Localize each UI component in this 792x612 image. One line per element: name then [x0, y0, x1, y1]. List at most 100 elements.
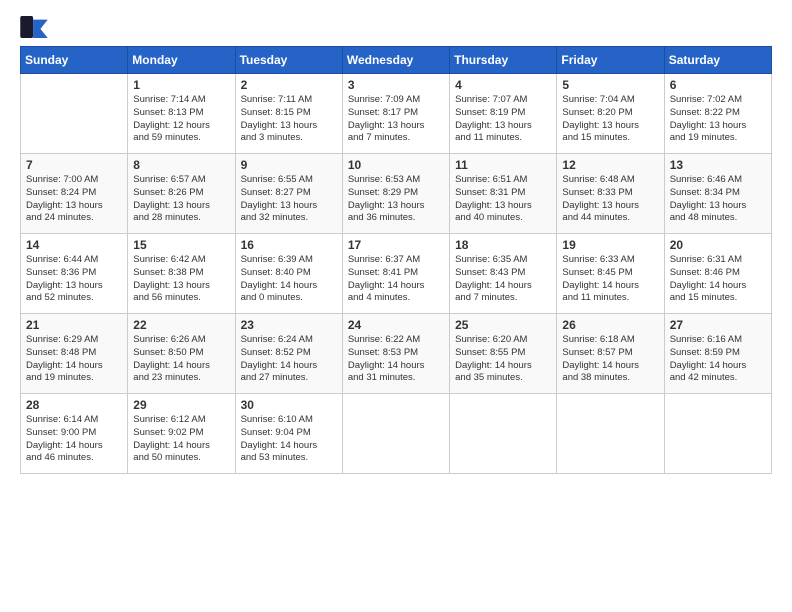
calendar-cell: 8 Sunrise: 6:57 AM Sunset: 8:26 PM Daylig…	[128, 154, 235, 234]
cell-content: Sunrise: 7:14 AM Sunset: 8:13 PM Dayligh…	[133, 94, 229, 145]
day-header-saturday: Saturday	[664, 47, 771, 74]
day-number: 5	[562, 78, 658, 92]
day-header-friday: Friday	[557, 47, 664, 74]
day-number: 13	[670, 158, 766, 172]
day-number: 19	[562, 238, 658, 252]
cell-content: Sunrise: 6:20 AM Sunset: 8:55 PM Dayligh…	[455, 334, 551, 385]
calendar-cell: 6Sunrise: 7:02 AM Sunset: 8:22 PM Daylig…	[664, 74, 771, 154]
cell-content: Sunrise: 6:26 AM Sunset: 8:50 PM Dayligh…	[133, 334, 229, 385]
day-number: 23	[241, 318, 337, 332]
calendar-cell	[664, 394, 771, 474]
cell-content: Sunrise: 6:18 AM Sunset: 8:57 PM Dayligh…	[562, 334, 658, 385]
cell-content: Sunrise: 6:42 AM Sunset: 8:38 PM Dayligh…	[133, 254, 229, 305]
calendar-cell: 3 Sunrise: 7:09 AM Sunset: 8:17 PM Daylig…	[342, 74, 449, 154]
cell-content: Sunrise: 6:33 AM Sunset: 8:45 PM Dayligh…	[562, 254, 658, 305]
calendar-cell: 1 Sunrise: 7:14 AM Sunset: 8:13 PM Daylig…	[128, 74, 235, 154]
cell-content: Sunrise: 6:44 AM Sunset: 8:36 PM Dayligh…	[26, 254, 122, 305]
cell-content: Sunrise: 7:04 AM Sunset: 8:20 PM Dayligh…	[562, 94, 658, 145]
cell-content: Sunrise: 6:12 AM Sunset: 9:02 PM Dayligh…	[133, 414, 229, 465]
day-number: 10	[348, 158, 444, 172]
calendar-cell: 20 Sunrise: 6:31 AM Sunset: 8:46 PM Dayli…	[664, 234, 771, 314]
day-number: 22	[133, 318, 229, 332]
calendar-cell: 27 Sunrise: 6:16 AM Sunset: 8:59 PM Dayli…	[664, 314, 771, 394]
day-number: 29	[133, 398, 229, 412]
logo-icon	[20, 16, 48, 38]
day-number: 15	[133, 238, 229, 252]
calendar-cell	[21, 74, 128, 154]
week-row-4: 21 Sunrise: 6:29 AM Sunset: 8:48 PM Dayli…	[21, 314, 772, 394]
calendar-cell: 10 Sunrise: 6:53 AM Sunset: 8:29 PM Dayli…	[342, 154, 449, 234]
calendar-cell: 9Sunrise: 6:55 AM Sunset: 8:27 PM Daylig…	[235, 154, 342, 234]
day-number: 25	[455, 318, 551, 332]
calendar-cell: 14Sunrise: 6:44 AM Sunset: 8:36 PM Dayli…	[21, 234, 128, 314]
calendar-cell: 22 Sunrise: 6:26 AM Sunset: 8:50 PM Dayli…	[128, 314, 235, 394]
calendar-cell: 4 Sunrise: 7:07 AM Sunset: 8:19 PM Daylig…	[450, 74, 557, 154]
calendar-cell: 24 Sunrise: 6:22 AM Sunset: 8:53 PM Dayli…	[342, 314, 449, 394]
page-header	[20, 16, 772, 38]
calendar-cell: 12 Sunrise: 6:48 AM Sunset: 8:33 PM Dayli…	[557, 154, 664, 234]
calendar-cell: 29 Sunrise: 6:12 AM Sunset: 9:02 PM Dayli…	[128, 394, 235, 474]
cell-content: Sunrise: 6:55 AM Sunset: 8:27 PM Dayligh…	[241, 174, 337, 225]
day-number: 7	[26, 158, 122, 172]
calendar-cell: 25 Sunrise: 6:20 AM Sunset: 8:55 PM Dayli…	[450, 314, 557, 394]
day-number: 11	[455, 158, 551, 172]
calendar-cell: 7 Sunrise: 7:00 AM Sunset: 8:24 PM Daylig…	[21, 154, 128, 234]
day-header-row: SundayMondayTuesdayWednesdayThursdayFrid…	[21, 47, 772, 74]
cell-content: Sunrise: 6:39 AM Sunset: 8:40 PM Dayligh…	[241, 254, 337, 305]
calendar-cell: 18 Sunrise: 6:35 AM Sunset: 8:43 PM Dayli…	[450, 234, 557, 314]
day-number: 21	[26, 318, 122, 332]
day-number: 26	[562, 318, 658, 332]
calendar-cell: 11 Sunrise: 6:51 AM Sunset: 8:31 PM Dayli…	[450, 154, 557, 234]
day-number: 20	[670, 238, 766, 252]
cell-content: Sunrise: 6:46 AM Sunset: 8:34 PM Dayligh…	[670, 174, 766, 225]
day-number: 30	[241, 398, 337, 412]
calendar-cell: 17Sunrise: 6:37 AM Sunset: 8:41 PM Dayli…	[342, 234, 449, 314]
week-row-2: 7 Sunrise: 7:00 AM Sunset: 8:24 PM Daylig…	[21, 154, 772, 234]
cell-content: Sunrise: 6:35 AM Sunset: 8:43 PM Dayligh…	[455, 254, 551, 305]
cell-content: Sunrise: 7:11 AM Sunset: 8:15 PM Dayligh…	[241, 94, 337, 145]
week-row-3: 14Sunrise: 6:44 AM Sunset: 8:36 PM Dayli…	[21, 234, 772, 314]
calendar-table: SundayMondayTuesdayWednesdayThursdayFrid…	[20, 46, 772, 474]
cell-content: Sunrise: 6:31 AM Sunset: 8:46 PM Dayligh…	[670, 254, 766, 305]
day-number: 1	[133, 78, 229, 92]
cell-content: Sunrise: 6:24 AM Sunset: 8:52 PM Dayligh…	[241, 334, 337, 385]
calendar-cell: 28Sunrise: 6:14 AM Sunset: 9:00 PM Dayli…	[21, 394, 128, 474]
day-header-monday: Monday	[128, 47, 235, 74]
cell-content: Sunrise: 6:51 AM Sunset: 8:31 PM Dayligh…	[455, 174, 551, 225]
day-number: 6	[670, 78, 766, 92]
day-number: 12	[562, 158, 658, 172]
day-number: 27	[670, 318, 766, 332]
day-header-sunday: Sunday	[21, 47, 128, 74]
calendar-cell: 19 Sunrise: 6:33 AM Sunset: 8:45 PM Dayli…	[557, 234, 664, 314]
day-number: 8	[133, 158, 229, 172]
cell-content: Sunrise: 6:57 AM Sunset: 8:26 PM Dayligh…	[133, 174, 229, 225]
day-number: 2	[241, 78, 337, 92]
calendar-cell: 2 Sunrise: 7:11 AM Sunset: 8:15 PM Daylig…	[235, 74, 342, 154]
day-header-tuesday: Tuesday	[235, 47, 342, 74]
day-header-wednesday: Wednesday	[342, 47, 449, 74]
cell-content: Sunrise: 7:00 AM Sunset: 8:24 PM Dayligh…	[26, 174, 122, 225]
calendar-cell: 30 Sunrise: 6:10 AM Sunset: 9:04 PM Dayli…	[235, 394, 342, 474]
day-number: 16	[241, 238, 337, 252]
day-number: 18	[455, 238, 551, 252]
cell-content: Sunrise: 6:29 AM Sunset: 8:48 PM Dayligh…	[26, 334, 122, 385]
cell-content: Sunrise: 6:48 AM Sunset: 8:33 PM Dayligh…	[562, 174, 658, 225]
calendar-cell	[557, 394, 664, 474]
cell-content: Sunrise: 6:22 AM Sunset: 8:53 PM Dayligh…	[348, 334, 444, 385]
week-row-5: 28Sunrise: 6:14 AM Sunset: 9:00 PM Dayli…	[21, 394, 772, 474]
calendar-cell: 13 Sunrise: 6:46 AM Sunset: 8:34 PM Dayli…	[664, 154, 771, 234]
calendar-cell	[450, 394, 557, 474]
day-number: 24	[348, 318, 444, 332]
cell-content: Sunrise: 7:09 AM Sunset: 8:17 PM Dayligh…	[348, 94, 444, 145]
cell-content: Sunrise: 6:16 AM Sunset: 8:59 PM Dayligh…	[670, 334, 766, 385]
week-row-1: 1 Sunrise: 7:14 AM Sunset: 8:13 PM Daylig…	[21, 74, 772, 154]
cell-content: Sunrise: 7:07 AM Sunset: 8:19 PM Dayligh…	[455, 94, 551, 145]
cell-content: Sunrise: 6:53 AM Sunset: 8:29 PM Dayligh…	[348, 174, 444, 225]
day-number: 28	[26, 398, 122, 412]
calendar-cell: 26 Sunrise: 6:18 AM Sunset: 8:57 PM Dayli…	[557, 314, 664, 394]
cell-content: Sunrise: 6:10 AM Sunset: 9:04 PM Dayligh…	[241, 414, 337, 465]
calendar-cell: 16 Sunrise: 6:39 AM Sunset: 8:40 PM Dayli…	[235, 234, 342, 314]
day-number: 3	[348, 78, 444, 92]
calendar-cell: 5 Sunrise: 7:04 AM Sunset: 8:20 PM Daylig…	[557, 74, 664, 154]
day-number: 4	[455, 78, 551, 92]
